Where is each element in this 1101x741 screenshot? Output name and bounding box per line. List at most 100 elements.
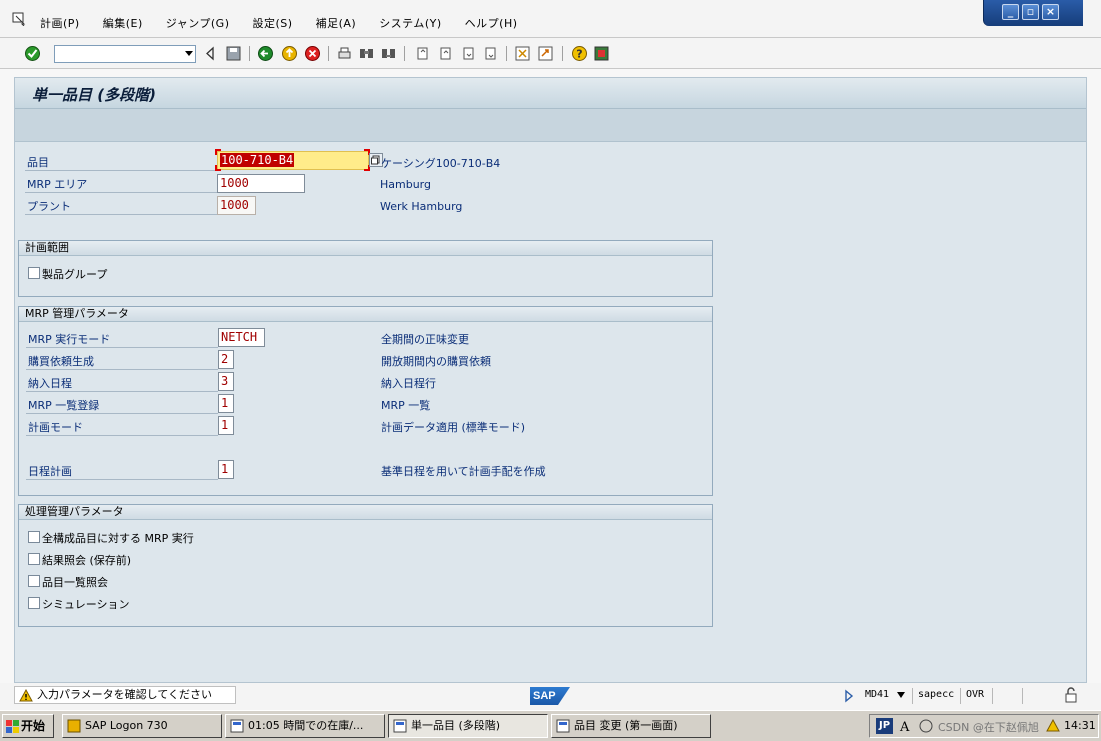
new-session-icon[interactable] — [514, 45, 531, 62]
shortcut-icon[interactable] — [537, 45, 554, 62]
start-button[interactable]: 开始 — [2, 714, 54, 738]
enter-icon[interactable] — [24, 45, 41, 62]
menu-settings[interactable]: 設定(S) — [253, 15, 293, 31]
window-controls: _ ▫ × — [983, 0, 1083, 26]
process-parameters-title: 処理管理パラメータ — [19, 505, 712, 520]
exit-icon[interactable] — [281, 45, 298, 62]
scheduling-input[interactable]: 1 — [218, 460, 234, 479]
delivery-schedule-description: 納入日程行 — [381, 377, 436, 390]
title-bar: 単一品目 (多段階) — [15, 78, 1086, 109]
sap-window-icon — [556, 719, 570, 733]
mrp-area-description: Hamburg — [380, 178, 431, 191]
material-label: 品目 — [27, 156, 49, 169]
page-title: 単一品目 (多段階) — [32, 86, 156, 104]
product-group-checkbox[interactable] — [28, 267, 40, 279]
system-menu-icon[interactable] — [12, 12, 28, 26]
mrp-mode-input[interactable]: NETCH — [218, 328, 265, 347]
chevron-down-icon[interactable] — [185, 51, 193, 56]
transaction-code: MD41 — [865, 689, 890, 700]
menu-bar: 計画(P) 編集(E) ジャンプ(G) 設定(S) 補足(A) システム(Y) … — [0, 0, 1101, 38]
ime-indicator[interactable]: JP — [876, 718, 893, 734]
display-results-label: 結果照会 (保存前) — [42, 554, 132, 567]
previous-page-icon[interactable] — [437, 45, 454, 62]
all-components-mrp-checkbox[interactable] — [28, 531, 40, 543]
menu-help[interactable]: ヘルプ(H) — [465, 15, 518, 31]
last-page-icon[interactable] — [482, 45, 499, 62]
display-results-checkbox[interactable] — [28, 553, 40, 565]
lock-icon[interactable] — [1063, 687, 1079, 703]
start-label: 开始 — [21, 719, 46, 733]
planning-mode-description: 計画データ適用 (標準モード) — [381, 421, 526, 434]
purchase-req-input[interactable]: 2 — [218, 350, 234, 369]
delivery-schedule-label: 納入日程 — [28, 377, 72, 390]
command-field[interactable] — [54, 45, 196, 63]
scheduling-label: 日程計画 — [28, 465, 72, 478]
task-single-item-multilevel[interactable]: 単一品目 (多段階) — [388, 714, 548, 738]
system-tray: JP A CSDN @在下赵佩旭 14:31 — [869, 714, 1099, 738]
menu-edit[interactable]: 編集(E) — [103, 15, 143, 31]
menu-jump[interactable]: ジャンプ(G) — [166, 15, 230, 31]
task-sap-logon[interactable]: SAP Logon 730 — [62, 714, 222, 738]
main-screen: 単一品目 (多段階) 品目 100-710-B4 ケーシング100-710-B4… — [14, 77, 1087, 683]
application-toolbar — [15, 109, 1086, 142]
ime-tool-icon[interactable] — [918, 718, 934, 734]
close-window-button[interactable]: × — [1042, 4, 1059, 20]
mrp-list-label: MRP 一覧登録 — [28, 399, 100, 412]
watermark: CSDN @在下赵佩旭 — [938, 721, 1039, 734]
material-description: ケーシング100-710-B4 — [381, 157, 501, 170]
mrp-parameters-group: MRP 管理パラメータ MRP 実行モード NETCH 全期間の正味変更 購買依… — [18, 306, 713, 496]
task-label: 01:05 時間での在庫/... — [248, 719, 364, 732]
mrp-list-input[interactable]: 1 — [218, 394, 234, 413]
menu-plan[interactable]: 計画(P) — [40, 15, 80, 31]
display-material-list-label: 品目一覧照会 — [42, 576, 108, 589]
planning-mode-input[interactable]: 1 — [218, 416, 234, 435]
menu-extras[interactable]: 補足(A) — [316, 15, 357, 31]
find-next-icon[interactable] — [380, 45, 397, 62]
purchase-req-description: 開放期間内の購買依頼 — [381, 355, 491, 368]
display-material-list-checkbox[interactable] — [28, 575, 40, 587]
next-page-icon[interactable] — [460, 45, 477, 62]
delivery-schedule-input[interactable]: 3 — [218, 372, 234, 391]
task-stock-over-time[interactable]: 01:05 時間での在庫/... — [225, 714, 385, 738]
first-page-icon[interactable] — [414, 45, 431, 62]
ime-mode-icon[interactable]: A — [898, 718, 914, 734]
print-icon[interactable] — [336, 45, 353, 62]
product-group-label: 製品グループ — [42, 268, 108, 281]
simulation-checkbox[interactable] — [28, 597, 40, 609]
find-icon[interactable] — [358, 45, 375, 62]
input-mode: OVR — [966, 689, 985, 700]
server-name: sapecc — [918, 689, 955, 700]
mrp-mode-description: 全期間の正味変更 — [381, 333, 469, 346]
status-message[interactable]: 入力パラメータを確認してください — [14, 686, 236, 704]
standard-toolbar: ? — [0, 38, 1101, 69]
mrp-area-input[interactable]: 1000 — [217, 174, 305, 193]
plant-label: プラント — [27, 200, 71, 213]
windows-taskbar: 开始 SAP Logon 730 01:05 時間での在庫/... 単一品目 (… — [0, 710, 1101, 741]
mrp-list-description: MRP 一覧 — [381, 399, 431, 412]
task-material-change[interactable]: 品目 変更 (第一画面) — [551, 714, 711, 738]
purchase-req-label: 購買依頼生成 — [28, 355, 94, 368]
planning-scope-group: 計画範囲 製品グループ — [18, 240, 713, 297]
sap-window-icon — [230, 719, 244, 733]
chevron-down-icon[interactable] — [896, 692, 906, 698]
sap-logon-icon — [67, 719, 81, 733]
status-expand-icon[interactable] — [844, 689, 854, 703]
back-arrow-small-icon[interactable] — [202, 45, 219, 62]
sap-logo: SAP — [530, 687, 570, 705]
scheduling-description: 基準日程を用いて計画手配を作成 — [381, 465, 546, 478]
mrp-area-label: MRP エリア — [27, 178, 88, 191]
restore-button[interactable]: ▫ — [1022, 4, 1039, 20]
minimize-button[interactable]: _ — [1002, 4, 1019, 20]
windows-logo-icon — [6, 720, 19, 733]
save-icon[interactable] — [225, 45, 242, 62]
menu-system[interactable]: システム(Y) — [379, 15, 441, 31]
back-icon[interactable] — [257, 45, 274, 62]
cancel-icon[interactable] — [304, 45, 321, 62]
customize-layout-icon[interactable] — [593, 45, 610, 62]
status-message-text: 入力パラメータを確認してください — [37, 688, 213, 701]
material-input[interactable]: 100-710-B4 — [217, 151, 369, 170]
warning-icon — [19, 689, 33, 702]
help-icon[interactable]: ? — [571, 45, 588, 62]
svg-text:A: A — [899, 720, 910, 734]
network-warning-icon[interactable] — [1046, 719, 1060, 733]
